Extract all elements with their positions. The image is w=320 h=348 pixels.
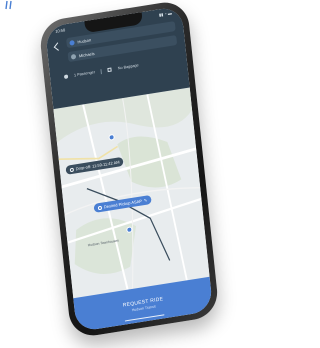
dropoff-dot-icon bbox=[70, 53, 77, 60]
bag-icon bbox=[107, 67, 113, 73]
map-view[interactable]: Drop-off: 11:59-11:42 AM Desired Pickup … bbox=[53, 87, 210, 299]
options-divider bbox=[100, 68, 103, 74]
dropoff-location-text: Michaels bbox=[78, 50, 95, 58]
passengers-option[interactable]: 1 Passenger bbox=[74, 70, 95, 77]
baggage-option[interactable]: No Baggage bbox=[118, 63, 139, 70]
map-canvas bbox=[53, 87, 210, 299]
pickup-dot-icon bbox=[69, 39, 75, 46]
status-time: 10:58 bbox=[55, 27, 66, 34]
phone-mockup: 10:58 ▮▮ ◔ ▬ Hudson Michaels 1 Passenger… bbox=[38, 0, 220, 340]
edit-pencil-icon[interactable]: ✎ bbox=[144, 198, 148, 204]
pickup-location-text: Hudson bbox=[77, 36, 92, 44]
back-chevron-icon[interactable] bbox=[53, 42, 63, 51]
corner-mark-icon bbox=[5, 0, 12, 10]
person-icon bbox=[63, 74, 69, 80]
status-icons: ▮▮ ◔ ▬ bbox=[158, 10, 173, 18]
clock-icon bbox=[69, 167, 74, 172]
pickup-clock-icon bbox=[97, 205, 103, 210]
